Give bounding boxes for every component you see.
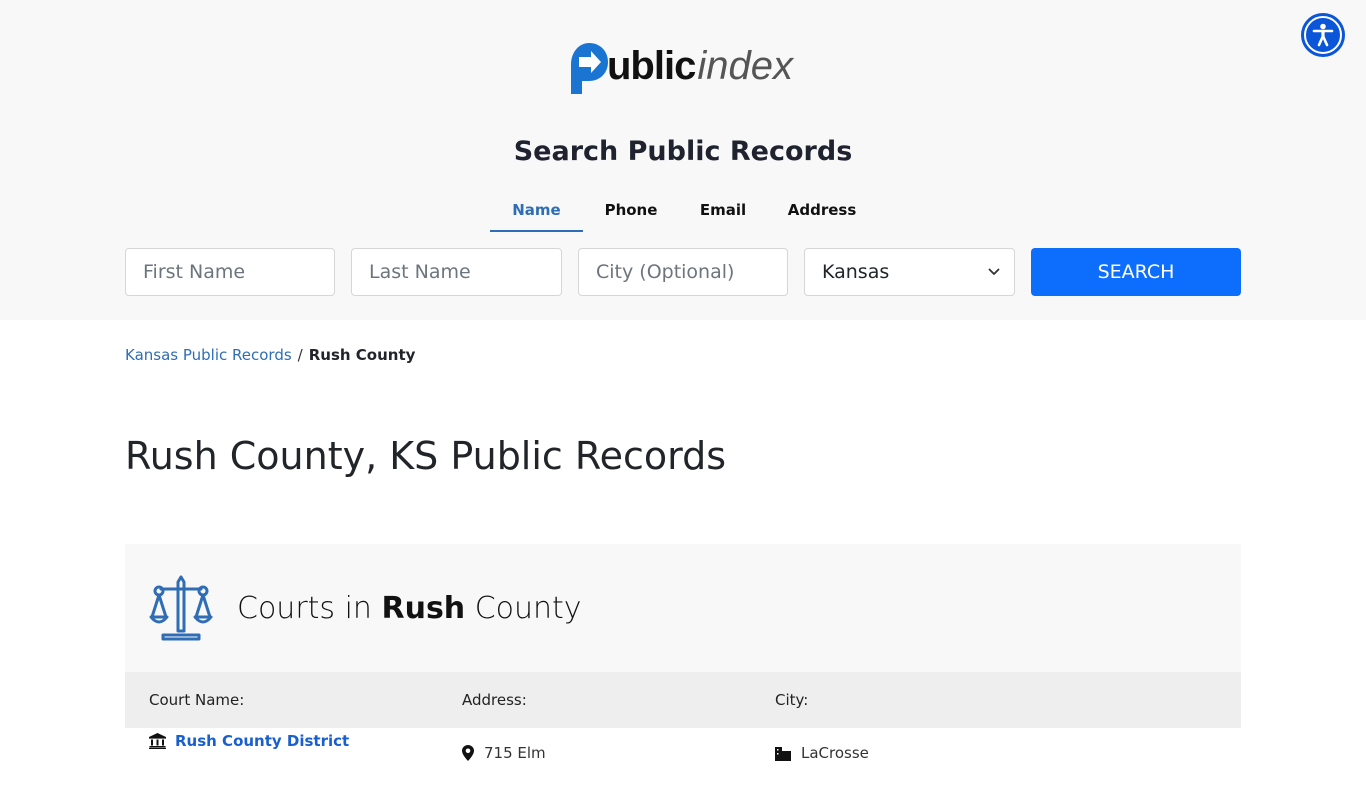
courts-title-county: Rush: [381, 590, 466, 626]
court-city: LaCrosse: [801, 744, 869, 762]
courts-title-suffix: County: [474, 590, 582, 626]
chevron-down-icon: [988, 268, 1000, 275]
courts-section: Courts in Rush County Court Name: Addres…: [125, 544, 1241, 788]
city-field-wrapper: [578, 248, 788, 296]
tab-email[interactable]: Email: [679, 196, 767, 232]
state-selected-value: Kansas: [822, 261, 890, 283]
courts-table-header: Court Name: Address: City:: [125, 672, 1241, 728]
courthouse-icon: [149, 733, 166, 749]
accessibility-person-icon: [1312, 23, 1334, 47]
search-tabs: Name Phone Email Address: [490, 196, 877, 232]
page-title: Rush County, KS Public Records: [125, 434, 726, 478]
tab-phone[interactable]: Phone: [583, 196, 679, 232]
court-name-link[interactable]: Rush County District: [175, 732, 349, 750]
column-header-address: Address:: [462, 691, 527, 709]
column-header-city: City:: [775, 691, 809, 709]
table-row: Rush County District 715 Elm LaCrosse: [125, 728, 1241, 788]
court-address: 715 Elm: [484, 744, 546, 762]
last-name-field-wrapper: [351, 248, 562, 296]
tab-address[interactable]: Address: [767, 196, 877, 232]
breadcrumb-current: Rush County: [308, 346, 416, 364]
city-buildings-icon: [775, 747, 791, 761]
logo-text-bold: ublic: [607, 44, 696, 88]
column-header-court-name: Court Name:: [149, 691, 245, 709]
accessibility-button[interactable]: [1301, 13, 1345, 57]
court-address-cell: 715 Elm: [462, 744, 546, 762]
city-input[interactable]: [596, 261, 787, 283]
search-form: Kansas SEARCH: [125, 248, 1241, 296]
courts-title-prefix: Courts in: [237, 590, 372, 626]
court-city-cell: LaCrosse: [775, 744, 869, 762]
courts-header: Courts in Rush County: [125, 544, 1241, 672]
search-title: Search Public Records: [513, 136, 853, 167]
tab-name[interactable]: Name: [490, 196, 583, 232]
accessibility-ring: [1304, 16, 1342, 54]
logo-mark-icon: [571, 43, 608, 94]
court-name-cell: Rush County District: [149, 732, 349, 750]
map-pin-icon: [462, 745, 474, 761]
courts-title: Courts in Rush County: [237, 591, 582, 626]
breadcrumb-separator: /: [297, 346, 303, 364]
first-name-input[interactable]: [143, 261, 334, 283]
scales-of-justice-icon: [149, 575, 213, 641]
breadcrumb: Kansas Public Records / Rush County: [125, 346, 415, 364]
logo[interactable]: ublic index: [567, 39, 793, 95]
breadcrumb-kansas-link[interactable]: Kansas Public Records: [125, 346, 292, 364]
search-button[interactable]: SEARCH: [1031, 248, 1241, 296]
first-name-field-wrapper: [125, 248, 335, 296]
search-hero: ublic index Search Public Records Name P…: [0, 0, 1366, 320]
state-select[interactable]: Kansas: [804, 248, 1015, 296]
last-name-input[interactable]: [369, 261, 561, 283]
logo-text-light: index: [697, 44, 793, 88]
